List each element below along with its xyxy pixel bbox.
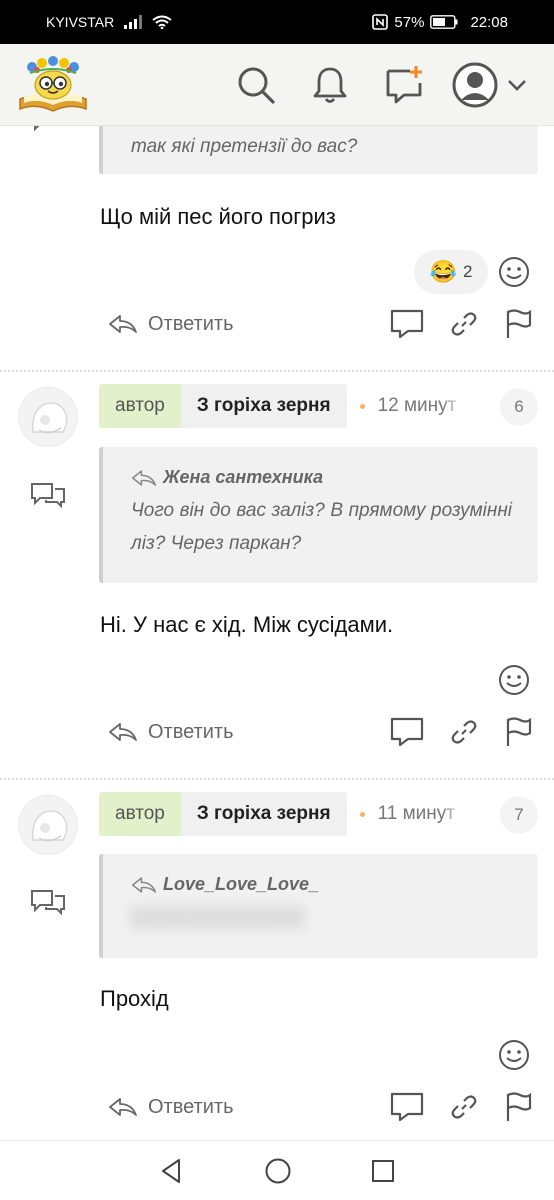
separator-dot bbox=[359, 403, 365, 409]
link-icon[interactable] bbox=[450, 718, 478, 746]
reply-arrow-icon bbox=[109, 1098, 137, 1116]
reply-button[interactable]: Ответить bbox=[108, 1096, 234, 1119]
flag-icon[interactable] bbox=[504, 1092, 532, 1122]
quote-author-name: Жена сантехника bbox=[163, 467, 324, 487]
quote-block: Жена сантехника Чого він до вас заліз? В… bbox=[99, 447, 538, 583]
comment-actions: Ответить bbox=[108, 712, 532, 752]
reply-label: Ответить bbox=[148, 312, 234, 335]
chevron-down-icon[interactable] bbox=[506, 78, 528, 92]
comment-divider bbox=[0, 370, 554, 372]
quote-author[interactable]: Love_Love_Love_ bbox=[131, 868, 512, 901]
search-icon[interactable] bbox=[234, 63, 278, 107]
reply-button[interactable]: Ответить bbox=[108, 721, 234, 744]
quote-icon[interactable] bbox=[390, 309, 424, 339]
comment-meta: автор З горіха зерня 11 минут bbox=[99, 792, 464, 836]
app-header bbox=[0, 44, 554, 126]
add-reaction-icon[interactable] bbox=[498, 1039, 530, 1071]
add-reaction-icon[interactable] bbox=[498, 664, 530, 696]
comment-text: Ні. У нас є хід. Між сусідами. bbox=[100, 612, 394, 637]
reply-arrow-icon bbox=[109, 315, 137, 333]
signal-icon bbox=[124, 15, 143, 29]
comment-number[interactable]: 6 bbox=[500, 388, 538, 426]
comment-time: 12 минут bbox=[377, 395, 457, 416]
add-reaction-icon[interactable] bbox=[498, 256, 530, 288]
reply-thread-icon[interactable] bbox=[30, 480, 66, 510]
quote-text-blurred: ▒▒▒▒▒▒▒▒▒▒▒▒ bbox=[131, 907, 305, 928]
nfc-icon bbox=[372, 14, 389, 30]
reaction-count: 2 bbox=[462, 262, 473, 281]
reply-arrow-icon bbox=[131, 469, 157, 486]
reply-arrow-icon bbox=[131, 876, 157, 893]
comments-feed[interactable]: так які претензії до вас? Що мій пес йог… bbox=[0, 126, 554, 1140]
quote-text: так які претензії до вас? bbox=[131, 136, 358, 157]
username[interactable]: З горіха зерня bbox=[180, 792, 347, 836]
logo[interactable] bbox=[16, 53, 90, 115]
quote-icon[interactable] bbox=[390, 1092, 424, 1122]
comment-text: Що мій пес його погриз bbox=[100, 204, 336, 229]
reply-arrow-icon bbox=[109, 723, 137, 741]
quote-text: Чого він до вас заліз? В прямому розумін… bbox=[131, 500, 512, 554]
comment-meta: автор З горіха зерня 12 минут bbox=[99, 384, 464, 428]
avatar[interactable] bbox=[18, 387, 78, 447]
comment-text: Прохід bbox=[100, 986, 169, 1011]
carrier-label: KYIVSTAR bbox=[46, 14, 115, 30]
recents-icon[interactable] bbox=[371, 1159, 395, 1183]
reply-label: Ответить bbox=[148, 1095, 234, 1118]
comment-divider bbox=[0, 778, 554, 780]
avatar[interactable] bbox=[18, 795, 78, 855]
comment-time: 11 минут bbox=[377, 803, 455, 824]
link-icon[interactable] bbox=[450, 310, 478, 338]
reply-thread-icon[interactable] bbox=[30, 126, 66, 138]
quote-icon[interactable] bbox=[390, 717, 424, 747]
quote-block: так які претензії до вас? bbox=[99, 126, 538, 174]
bell-icon[interactable] bbox=[308, 63, 352, 107]
comment-actions: Ответить bbox=[108, 1087, 532, 1127]
quote-block: Love_Love_Love_ ▒▒▒▒▒▒▒▒▒▒▒▒ bbox=[99, 854, 538, 958]
comment-actions: Ответить bbox=[108, 304, 532, 344]
clock: 22:08 bbox=[470, 13, 508, 31]
battery-icon bbox=[430, 15, 458, 29]
reply-button[interactable]: Ответить bbox=[108, 313, 234, 336]
flag-icon[interactable] bbox=[504, 309, 532, 339]
flag-icon[interactable] bbox=[504, 717, 532, 747]
home-icon[interactable] bbox=[264, 1157, 292, 1185]
quote-author[interactable]: Жена сантехника bbox=[131, 461, 512, 494]
separator-dot bbox=[359, 811, 365, 817]
author-tag: автор bbox=[99, 384, 181, 428]
new-post-icon[interactable] bbox=[382, 63, 426, 107]
battery-percent: 57% bbox=[394, 13, 425, 31]
link-icon[interactable] bbox=[450, 1093, 478, 1121]
laugh-emoji-icon: 😂 bbox=[429, 259, 457, 284]
avatar-icon[interactable] bbox=[452, 62, 498, 108]
comment-number[interactable]: 7 bbox=[500, 796, 538, 834]
reply-thread-icon[interactable] bbox=[30, 887, 66, 917]
status-bar: KYIVSTAR 57% 22:08 bbox=[0, 0, 554, 44]
quote-author-name: Love_Love_Love_ bbox=[163, 874, 320, 894]
wifi-icon bbox=[152, 15, 172, 29]
back-icon[interactable] bbox=[159, 1158, 185, 1184]
user-menu[interactable] bbox=[450, 62, 530, 108]
username[interactable]: З горіха зерня bbox=[180, 384, 347, 428]
reply-label: Ответить bbox=[148, 720, 234, 743]
system-nav-bar bbox=[0, 1140, 554, 1200]
author-tag: автор bbox=[99, 792, 181, 836]
reaction-badge[interactable]: 😂 2 bbox=[414, 250, 488, 294]
